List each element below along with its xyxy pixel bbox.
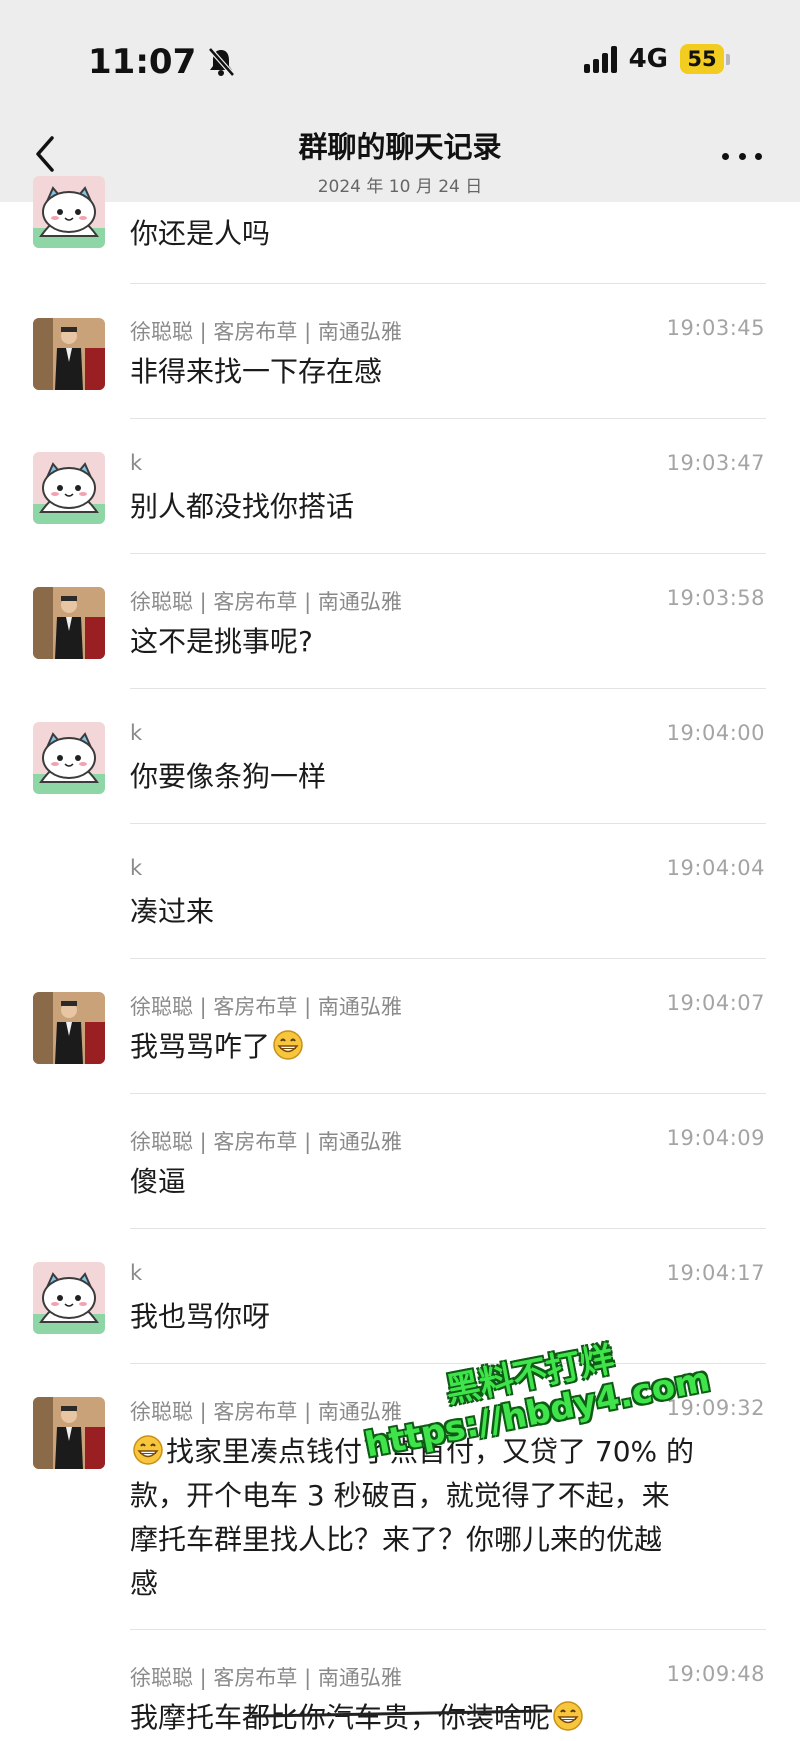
dot-icon	[738, 152, 746, 160]
message-time: 19:04:04	[666, 856, 765, 880]
chat-message: 徐聪聪 | 客房布草 | 南通弘雅 19:03:45 非得来找一下存在感	[0, 284, 800, 419]
header-title-block: 群聊的聊天记录 2024 年 10 月 24 日	[0, 124, 800, 197]
chat-message: 徐聪聪 | 客房布草 | 南通弘雅 19:09:32 找家里凑点钱付了点首付，又…	[0, 1364, 800, 1630]
page-title: 群聊的聊天记录	[298, 130, 502, 164]
message-text: 我也骂你呀	[130, 1300, 271, 1333]
message-time: 19:03:45	[666, 316, 765, 340]
message-time: 19:09:32	[666, 1396, 765, 1420]
status-indicators: 4G 55	[583, 44, 730, 74]
dot-icon	[722, 152, 729, 160]
sender-name: 徐聪聪 | 客房布草 | 南通弘雅	[130, 995, 402, 1019]
signal-icon	[583, 45, 617, 73]
battery-icon: 55	[680, 44, 730, 74]
dot-icon	[755, 152, 762, 160]
chat-message: k 19:04:17 我也骂你呀	[0, 1229, 800, 1364]
cat-avatar-icon[interactable]	[33, 1262, 105, 1334]
message-text: 傻逼	[130, 1165, 187, 1198]
status-time-text: 11:07	[88, 42, 197, 82]
message-text-block: 我摩托车都比你汽车贵，你装啥呢	[130, 1698, 770, 1738]
cat-avatar-icon[interactable]	[33, 722, 105, 794]
chat-message: 你还是人吗	[0, 202, 800, 284]
battery-level: 55	[680, 44, 724, 74]
status-time: 11:07	[88, 42, 238, 82]
message-text: 非得来找一下存在感	[130, 355, 383, 388]
grin-emoji-icon	[132, 1434, 164, 1466]
cat-avatar-icon[interactable]	[33, 452, 105, 524]
sender-name: k	[130, 856, 143, 880]
grin-emoji-icon	[272, 1029, 304, 1061]
more-options-button[interactable]	[722, 150, 762, 162]
chat-message: k 19:04:00 你要像条狗一样	[0, 689, 800, 824]
message-time: 19:03:58	[666, 586, 765, 610]
cat-avatar-icon[interactable]	[33, 176, 105, 248]
bell-muted-icon	[208, 47, 236, 77]
sender-name: k	[130, 721, 143, 745]
page-date: 2024 年 10 月 24 日	[317, 177, 483, 197]
sender-name: 徐聪聪 | 客房布草 | 南通弘雅	[130, 590, 402, 614]
man-avatar-icon[interactable]	[33, 587, 105, 659]
message-text: 我摩托车都比你汽车贵，你装啥呢	[130, 1701, 551, 1734]
message-text-block: 找家里凑点钱付了点首付，又贷了 70% 的 款，开个电车 3 秒破百，就觉得了不…	[130, 1430, 770, 1606]
message-time: 19:03:47	[666, 451, 765, 475]
message-time: 19:04:17	[666, 1261, 765, 1285]
navigation-header: 11:07 4G 55 群聊的聊天记录 2024 年 10 月 24 日	[0, 0, 800, 202]
message-time: 19:04:07	[666, 991, 765, 1015]
chat-message: 徐聪聪 | 客房布草 | 南通弘雅 19:04:07 我骂骂咋了	[0, 959, 800, 1094]
message-line: 摩托车群里找人比？来了？你哪儿来的优越	[130, 1523, 663, 1556]
message-line: 款，开个电车 3 秒破百，就觉得了不起，来	[130, 1479, 670, 1512]
man-avatar-icon[interactable]	[33, 318, 105, 390]
network-type: 4G	[628, 44, 668, 74]
sender-name: k	[130, 1261, 143, 1285]
sender-name: 徐聪聪 | 客房布草 | 南通弘雅	[130, 1400, 402, 1424]
man-avatar-icon[interactable]	[33, 1397, 105, 1469]
sender-name: k	[130, 451, 143, 475]
chat-message: 徐聪聪 | 客房布草 | 南通弘雅 19:04:09 傻逼	[0, 1094, 800, 1229]
chat-message: 徐聪聪 | 客房布草 | 南通弘雅 19:09:48 我摩托车都比你汽车贵，你装…	[0, 1630, 800, 1741]
man-avatar-icon[interactable]	[33, 992, 105, 1064]
chat-message: k 19:03:47 别人都没找你搭话	[0, 419, 800, 554]
message-time: 19:04:00	[666, 721, 765, 745]
message-text: 这不是挑事呢?	[130, 625, 313, 658]
chat-message: 徐聪聪 | 客房布草 | 南通弘雅 19:03:58 这不是挑事呢?	[0, 554, 800, 689]
message-time: 19:04:09	[666, 1126, 765, 1150]
message-time: 19:09:48	[666, 1662, 765, 1686]
grin-emoji-icon	[552, 1700, 584, 1732]
chat-message: k 19:04:04 凑过来	[0, 824, 800, 959]
sender-name: 徐聪聪 | 客房布草 | 南通弘雅	[130, 1130, 402, 1154]
message-text: 我骂骂咋了	[130, 1030, 271, 1063]
message-line: 找家里凑点钱付了点首付，又贷了 70% 的	[130, 1430, 770, 1474]
message-text-block: 我骂骂咋了	[130, 1027, 770, 1067]
message-line: 感	[130, 1567, 159, 1600]
sender-name: 徐聪聪 | 客房布草 | 南通弘雅	[130, 320, 402, 344]
message-text: 你要像条狗一样	[130, 760, 327, 793]
message-text: 你还是人吗	[130, 217, 271, 250]
message-text: 别人都没找你搭话	[130, 490, 355, 523]
message-text: 凑过来	[130, 895, 215, 928]
sender-name: 徐聪聪 | 客房布草 | 南通弘雅	[130, 1666, 402, 1690]
